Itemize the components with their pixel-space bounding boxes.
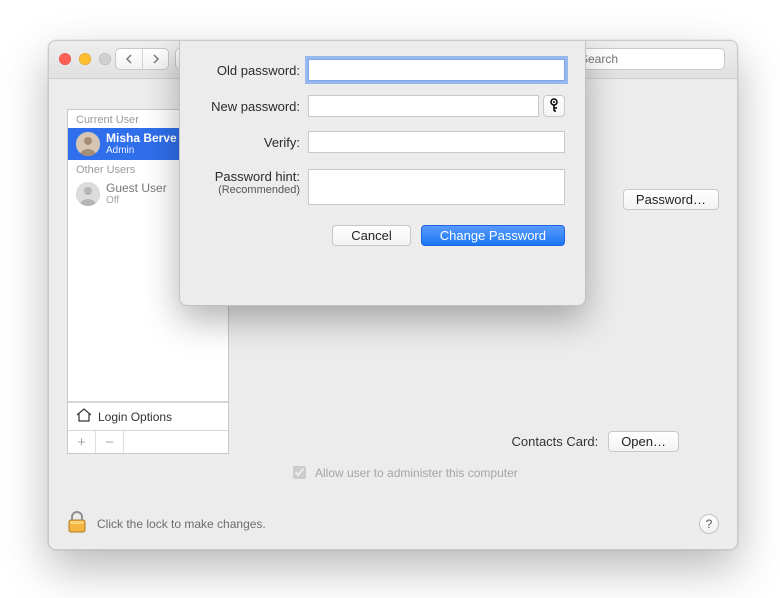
- forward-button[interactable]: [142, 49, 168, 69]
- admin-checkbox: [293, 466, 306, 479]
- key-icon: [548, 98, 560, 115]
- dialog-buttons: Cancel Change Password: [200, 225, 565, 246]
- house-icon: [76, 408, 92, 425]
- contacts-card-row: Contacts Card: Open…: [511, 431, 679, 452]
- row-old-password: Old password:: [200, 59, 565, 81]
- contacts-card-label: Contacts Card:: [511, 434, 598, 449]
- user-name: Misha Berve: [106, 132, 177, 145]
- label-verify: Verify:: [200, 135, 300, 150]
- help-button[interactable]: ?: [699, 514, 719, 534]
- spacer: [124, 431, 228, 453]
- login-options-label: Login Options: [98, 410, 172, 424]
- back-forward-buttons: [115, 48, 169, 70]
- window-controls: [59, 53, 111, 65]
- add-remove-user: + −: [68, 431, 228, 453]
- change-password-button[interactable]: Password…: [623, 189, 719, 210]
- row-verify: Verify:: [200, 131, 565, 153]
- add-user-button: +: [68, 431, 96, 453]
- avatar: [76, 132, 100, 156]
- login-options-button[interactable]: Login Options: [68, 402, 228, 431]
- prefs-window: Users & Groups Current User Misha Berve …: [48, 40, 738, 550]
- avatar: [76, 182, 100, 206]
- label-new-password: New password:: [200, 99, 300, 114]
- row-new-password: New password:: [200, 95, 565, 117]
- sidebar-footer: Login Options + −: [68, 401, 228, 453]
- password-assistant-button[interactable]: [543, 95, 565, 117]
- verify-password-input[interactable]: [308, 131, 565, 153]
- user-role: Admin: [106, 145, 177, 156]
- row-hint: Password hint: (Recommended): [200, 169, 565, 205]
- lock-bar: Click the lock to make changes. ?: [67, 510, 719, 537]
- password-hint-input[interactable]: [308, 169, 565, 205]
- user-role: Off: [106, 195, 167, 206]
- change-password-dialog: Old password: New password: Verify: Pass…: [179, 41, 586, 306]
- minimize-window-button[interactable]: [79, 53, 91, 65]
- lock-text: Click the lock to make changes.: [97, 517, 266, 531]
- change-password-confirm-button[interactable]: Change Password: [421, 225, 565, 246]
- user-info: Guest User Off: [106, 182, 167, 206]
- close-window-button[interactable]: [59, 53, 71, 65]
- user-name: Guest User: [106, 182, 167, 195]
- search-input[interactable]: [578, 51, 718, 67]
- old-password-input[interactable]: [308, 59, 565, 81]
- label-hint: Password hint: (Recommended): [200, 169, 300, 196]
- lock-icon[interactable]: [67, 510, 87, 537]
- cancel-button[interactable]: Cancel: [332, 225, 410, 246]
- zoom-window-button: [99, 53, 111, 65]
- admin-checkbox-row: Allow user to administer this computer: [289, 463, 518, 482]
- remove-user-button: −: [96, 431, 124, 453]
- admin-checkbox-label: Allow user to administer this computer: [315, 466, 518, 480]
- user-info: Misha Berve Admin: [106, 132, 177, 156]
- label-old-password: Old password:: [200, 63, 300, 78]
- new-password-input[interactable]: [308, 95, 539, 117]
- back-button[interactable]: [116, 49, 142, 69]
- open-contacts-button[interactable]: Open…: [608, 431, 679, 452]
